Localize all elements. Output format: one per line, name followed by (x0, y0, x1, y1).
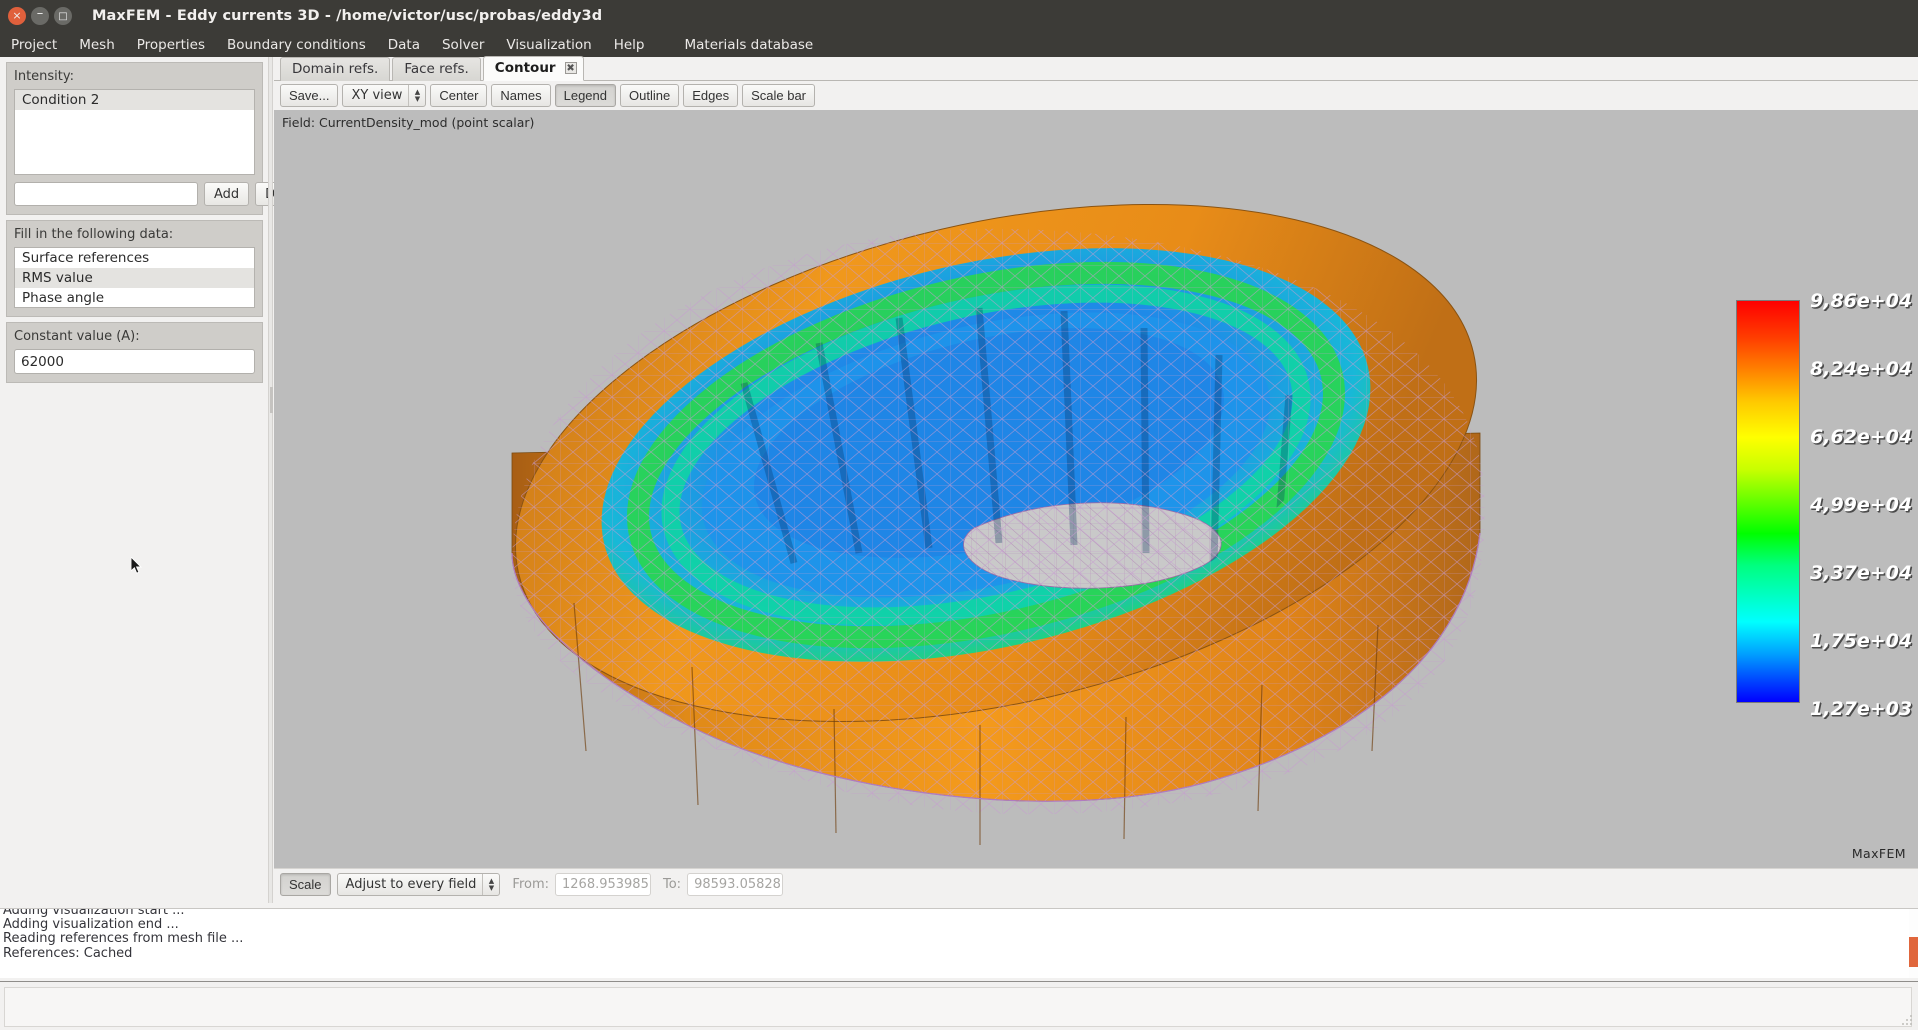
center-button[interactable]: Center (430, 84, 488, 107)
fill-data-group: Fill in the following data: Surface refe… (6, 220, 263, 317)
minimize-window-button[interactable]: – (31, 7, 49, 25)
from-value-field[interactable]: 1268.953985 (555, 873, 651, 896)
intensity-group: Intensity: Condition 2 Add Del (6, 62, 297, 215)
fill-data-listbox[interactable]: Surface references RMS value Phase angle (14, 247, 255, 308)
log-line: Adding visualization start ... (3, 908, 185, 918)
menu-project[interactable]: Project (0, 35, 68, 55)
menu-materials-database[interactable]: Materials database (673, 35, 824, 55)
view-selector-label: XY view (351, 88, 403, 103)
menu-help[interactable]: Help (603, 35, 656, 55)
menu-bar: Project Mesh Properties Boundary conditi… (0, 32, 1918, 57)
to-value-field[interactable]: 98593.05828 (687, 873, 784, 896)
left-panel: Intensity: Condition 2 Add Del Fill in t… (0, 57, 297, 903)
list-item-rms-value[interactable]: RMS value (15, 268, 254, 288)
legend-tick-5: 1,75e+04 (1810, 630, 1913, 652)
legend-tick-6: 1,27e+03 (1810, 698, 1913, 720)
menu-boundary-conditions[interactable]: Boundary conditions (216, 35, 377, 55)
scale-button[interactable]: Scale (280, 873, 331, 896)
scale-mode-label: Adjust to every field (345, 877, 477, 892)
legend-tick-2: 6,62e+04 (1810, 426, 1913, 448)
color-bar-legend: 9,86e+04 8,24e+04 6,62e+04 4,99e+04 3,37… (1736, 290, 1912, 720)
maxfem-watermark: MaxFEM (1851, 846, 1906, 861)
maximize-icon: □ (58, 11, 68, 22)
list-item[interactable]: Condition 2 (15, 90, 254, 110)
tab-face-refs[interactable]: Face refs. (392, 57, 481, 81)
scale-spinner-icon[interactable]: ▲ ▼ (482, 874, 499, 895)
outline-button[interactable]: Outline (620, 84, 680, 107)
visualization-toolbar: Save... XY view ▲ ▼ Center Names Legend … (274, 81, 1918, 110)
chevron-down-icon: ▼ (414, 95, 421, 103)
legend-tick-1: 8,24e+04 (1810, 358, 1913, 380)
menu-mesh[interactable]: Mesh (68, 35, 126, 55)
tab-contour-label: Contour (494, 60, 556, 76)
application-window: × – □ MaxFEM - Eddy currents 3D - /home/… (0, 0, 1918, 1030)
render-view-3d[interactable]: 9,86e+04 8,24e+04 6,62e+04 4,99e+04 3,37… (274, 133, 1918, 868)
legend-tick-4: 3,37e+04 (1810, 562, 1913, 584)
panel-splitter[interactable] (268, 57, 273, 903)
legend-button[interactable]: Legend (554, 84, 616, 107)
list-item-phase-angle[interactable]: Phase angle (15, 288, 254, 307)
visualization-pane: Domain refs. Face refs. Contour ✖ Save..… (274, 56, 1918, 903)
mesh-model-svg (511, 203, 1485, 845)
log-scrollbar-thumb[interactable] (1909, 937, 1918, 967)
close-tab-icon[interactable]: ✖ (564, 62, 577, 74)
intensity-input[interactable] (14, 182, 198, 206)
status-bar (0, 981, 1918, 1030)
intensity-listbox[interactable]: Condition 2 (14, 89, 255, 175)
close-icon: × (12, 9, 22, 22)
fill-data-label: Fill in the following data: (14, 227, 174, 242)
spinner-icon[interactable]: ▲ ▼ (408, 85, 425, 106)
color-bar-gradient (1736, 300, 1800, 703)
constant-value-label: Constant value (A): (14, 329, 140, 344)
chevron-down-icon: ▼ (488, 884, 495, 892)
scale-bar-row: Scale Adjust to every field ▲ ▼ From: 12… (274, 868, 1918, 900)
intensity-input-row: Add Del (14, 182, 297, 206)
menu-visualization[interactable]: Visualization (495, 35, 602, 55)
maximize-window-button[interactable]: □ (54, 7, 72, 25)
resize-grip-icon[interactable] (1900, 1013, 1914, 1027)
window-controls: × – □ (0, 7, 72, 25)
color-bar-ticks: 9,86e+04 8,24e+04 6,62e+04 4,99e+04 3,37… (1810, 282, 1918, 722)
save-button[interactable]: Save... (280, 84, 339, 107)
from-label: From: (512, 877, 549, 892)
log-output[interactable]: Adding visualization start ... Adding vi… (0, 908, 1918, 978)
names-button[interactable]: Names (491, 84, 551, 107)
field-label: Field: CurrentDensity_mod (point scalar) (274, 110, 1918, 133)
menu-properties[interactable]: Properties (126, 35, 216, 55)
add-button[interactable]: Add (204, 182, 250, 206)
scale-mode-selector[interactable]: Adjust to every field ▲ ▼ (336, 873, 501, 896)
tab-domain-refs[interactable]: Domain refs. (280, 57, 391, 81)
list-item-surface-references[interactable]: Surface references (15, 248, 254, 268)
constant-value-group: Constant value (A): (6, 322, 263, 383)
log-line: References: Cached (3, 945, 133, 961)
constant-value-input[interactable] (14, 349, 255, 374)
legend-tick-0: 9,86e+04 (1810, 290, 1913, 312)
minimize-icon: – (36, 6, 44, 21)
window-title: MaxFEM - Eddy currents 3D - /home/victor… (92, 8, 603, 24)
menu-solver[interactable]: Solver (431, 35, 495, 55)
menu-data[interactable]: Data (377, 35, 431, 55)
intensity-label: Intensity: (14, 69, 75, 84)
log-scrollbar[interactable] (1909, 909, 1918, 978)
view-selector[interactable]: XY view ▲ ▼ (342, 84, 427, 107)
title-bar: × – □ MaxFEM - Eddy currents 3D - /home/… (0, 0, 1918, 32)
to-label: To: (663, 877, 682, 892)
scale-bar-button[interactable]: Scale bar (742, 84, 815, 107)
log-line: Adding visualization end ... (3, 917, 179, 933)
legend-tick-3: 4,99e+04 (1810, 494, 1913, 516)
status-bar-field (4, 987, 1912, 1027)
console-area: Adding visualization start ... Adding vi… (0, 905, 1918, 1030)
tab-strip: Domain refs. Face refs. Contour ✖ (274, 56, 1918, 81)
tab-contour[interactable]: Contour ✖ (482, 56, 584, 81)
close-window-button[interactable]: × (8, 7, 26, 25)
edges-button[interactable]: Edges (683, 84, 739, 107)
log-line: Reading references from mesh file ... (3, 931, 244, 947)
